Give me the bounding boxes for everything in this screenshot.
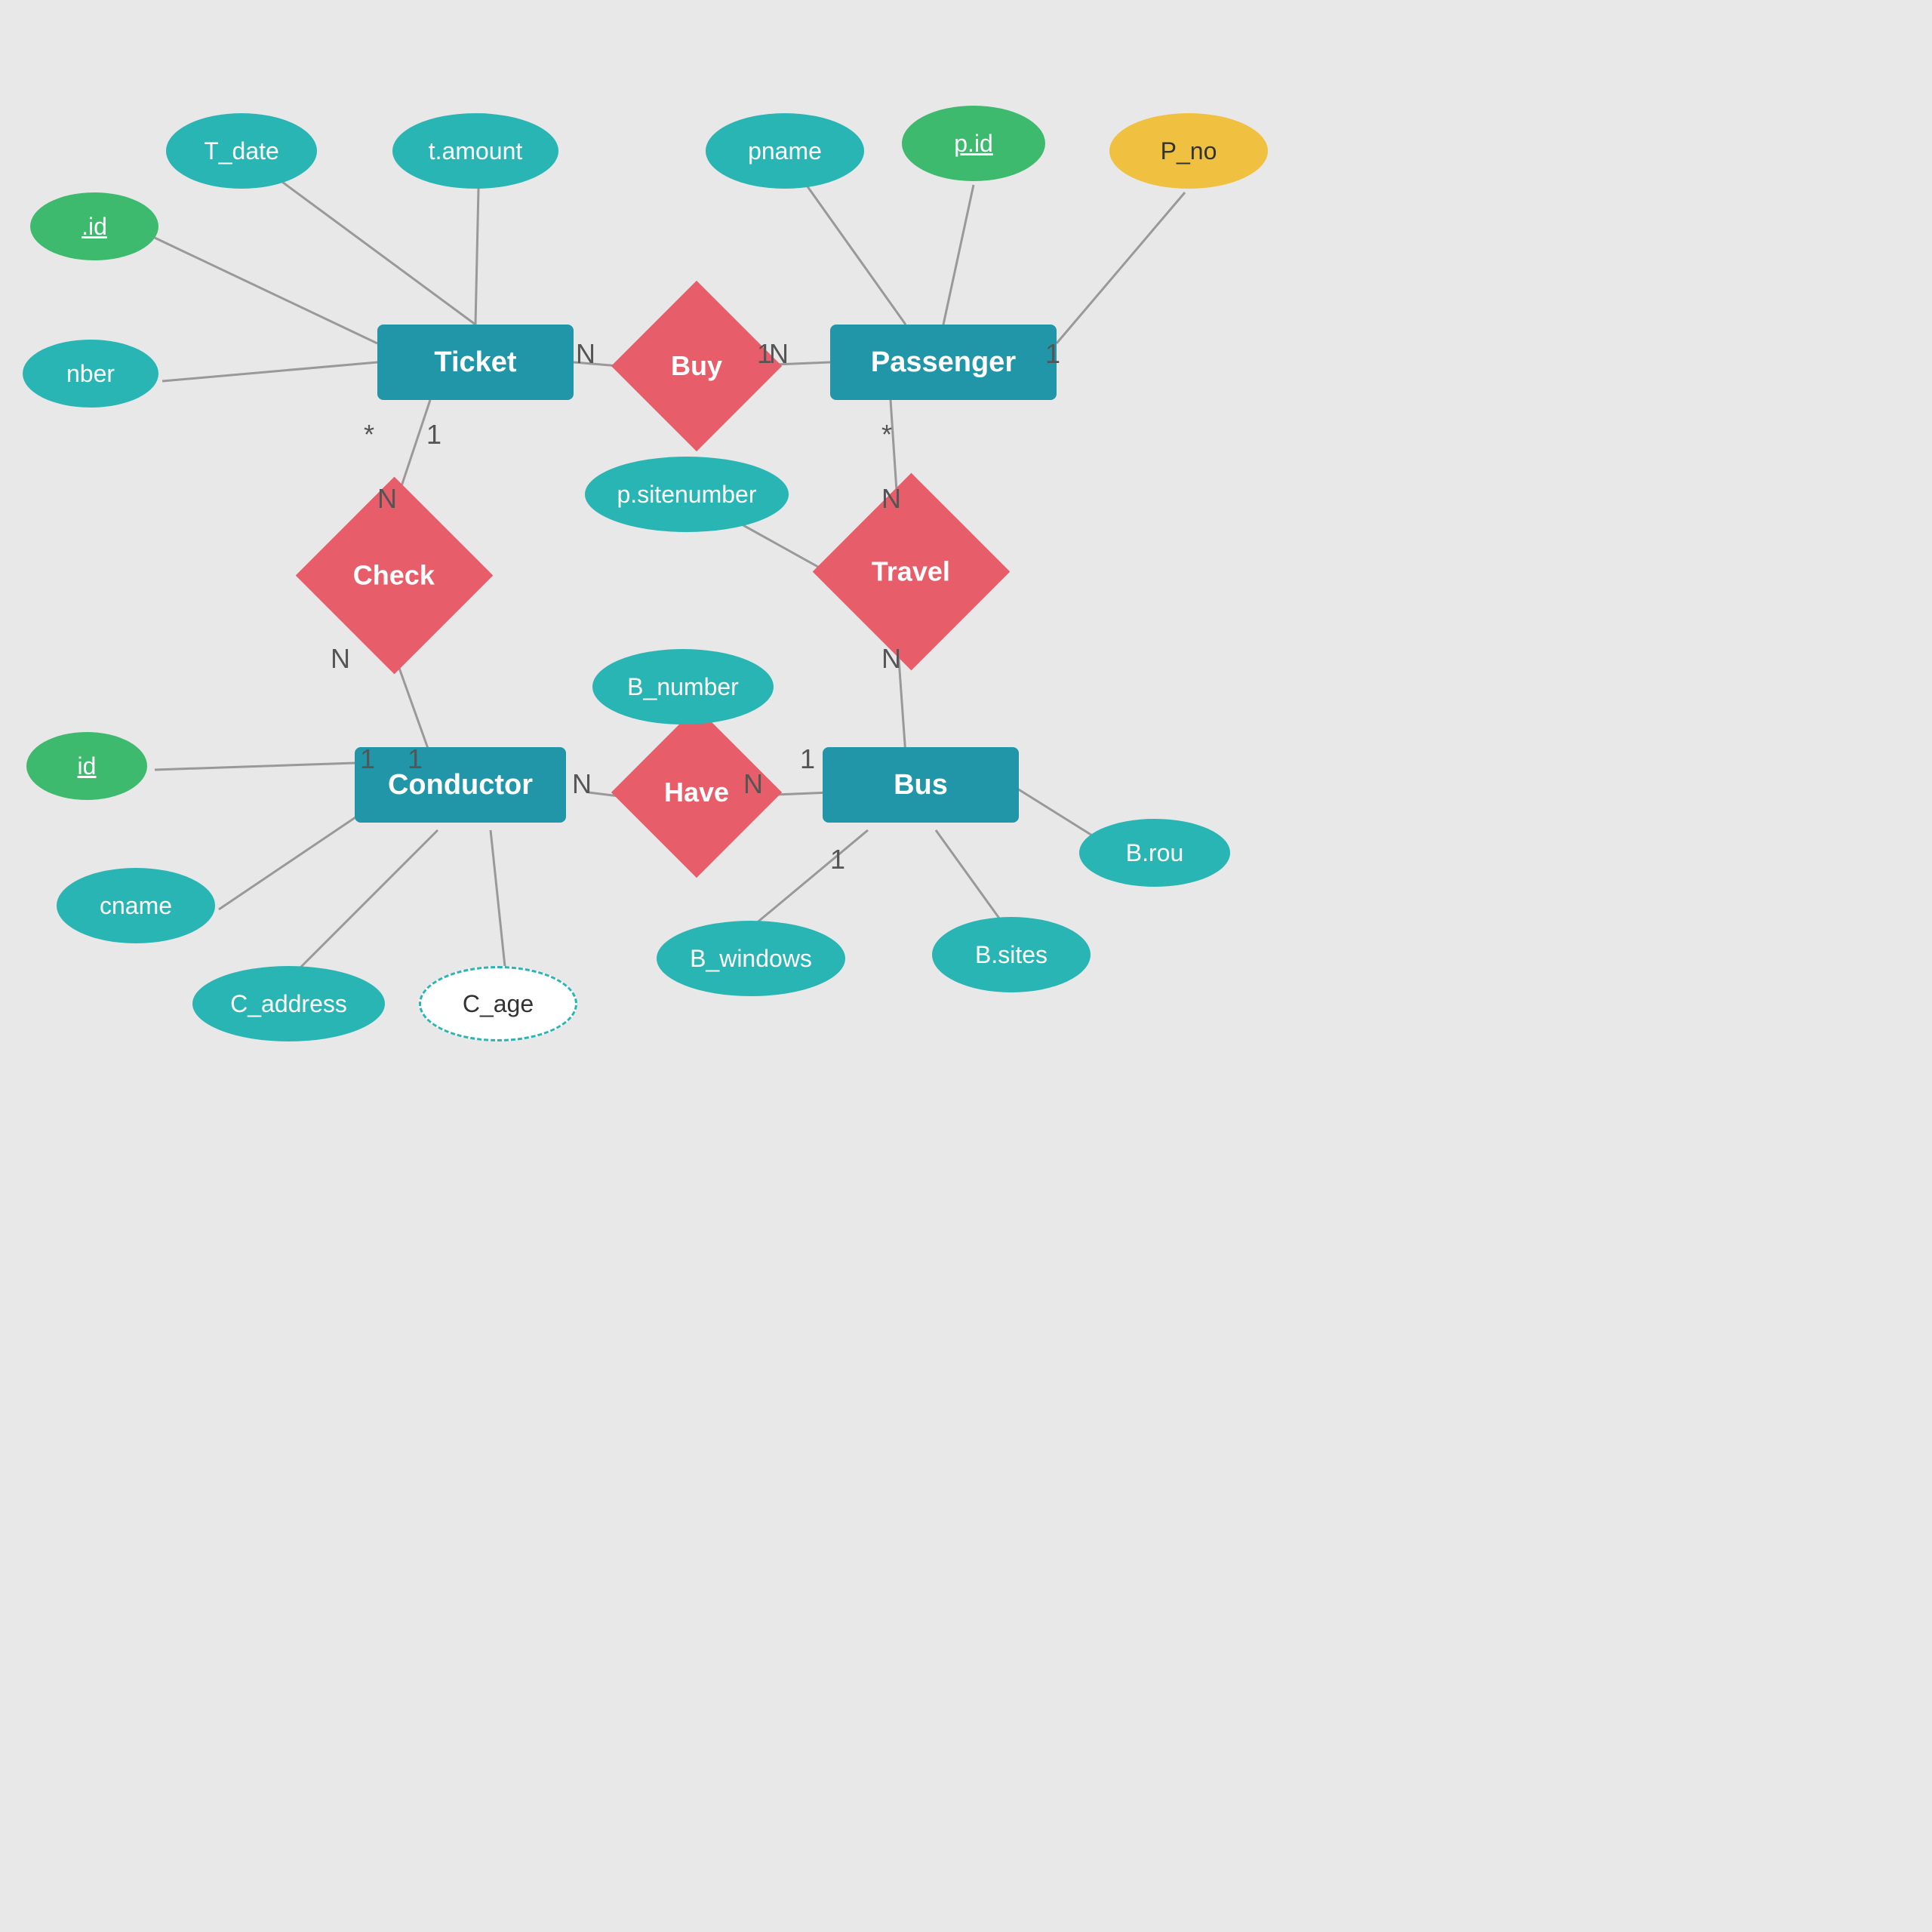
attr-p-id: p.id — [902, 106, 1045, 181]
attr-b-windows: B_windows — [657, 921, 845, 996]
entity-passenger: Passenger — [830, 325, 1057, 400]
card-check-1-left: 1 — [360, 743, 375, 775]
attr-c-id: id — [26, 732, 147, 800]
attr-cname: cname — [57, 868, 215, 943]
attr-t-number: nber — [23, 340, 158, 408]
entity-conductor: Conductor — [355, 747, 566, 823]
attr-t-id: .id — [30, 192, 158, 260]
card-have-n-left: N — [572, 768, 592, 800]
card-travel-n-bot: N — [881, 643, 901, 675]
attr-c-address: C_address — [192, 966, 385, 1041]
card-buy-passenger: N — [769, 338, 789, 370]
entity-bus: Bus — [823, 747, 1019, 823]
card-travel-n-top: N — [881, 483, 901, 515]
card-ticket-star: * — [364, 419, 374, 451]
card-bus-1-bot: 1 — [830, 844, 845, 875]
card-ticket-1: 1 — [426, 419, 441, 451]
relationship-travel: Travel — [813, 473, 1011, 671]
attr-pname: pname — [706, 113, 864, 189]
card-passenger-star: * — [881, 419, 892, 451]
attr-t-amount: t.amount — [392, 113, 558, 189]
card-travel-1: 1 — [800, 743, 815, 775]
card-buy-passenger-1: 1 — [1045, 338, 1060, 370]
attr-c-age: C_age — [419, 966, 577, 1041]
attr-p-sitenumber: p.sitenumber — [585, 457, 789, 532]
entity-ticket: Ticket — [377, 325, 574, 400]
card-check-n-top: N — [377, 483, 397, 515]
attr-b-route: B.rou — [1079, 819, 1230, 887]
attr-p-no: P_no — [1109, 113, 1268, 189]
card-check-n-bot: N — [331, 643, 350, 675]
attr-b-number: B_number — [592, 649, 774, 724]
attr-t-date: T_date — [166, 113, 317, 189]
card-check-1-right: 1 — [408, 743, 423, 775]
attr-b-sites: B.sites — [932, 917, 1091, 992]
card-buy-ticket: N — [576, 338, 595, 370]
card-have-n-right: N — [743, 768, 763, 800]
